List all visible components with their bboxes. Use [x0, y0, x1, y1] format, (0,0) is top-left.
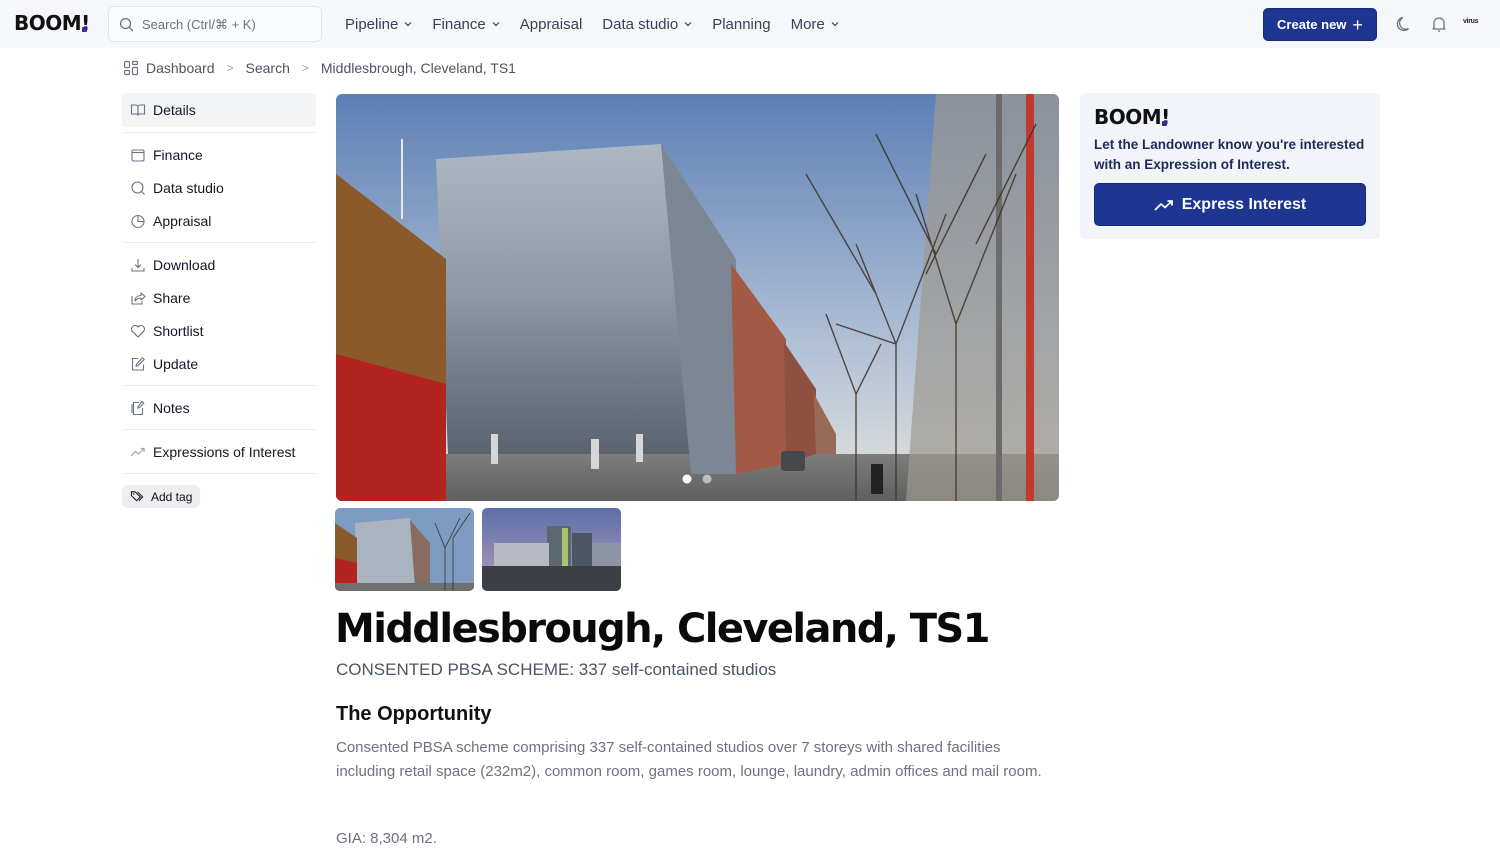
gia-value: GIA: 8,304 m2.: [336, 830, 437, 847]
divider: [122, 429, 316, 430]
wallet-icon: [131, 148, 145, 162]
sidebar-item-label: Data studio: [153, 179, 224, 196]
sidebar-item-label: Notes: [153, 399, 190, 416]
sidebar-item-label: Appraisal: [153, 212, 212, 229]
nav-finance[interactable]: Finance: [432, 15, 500, 33]
divider: [122, 132, 316, 133]
sidebar-item-data-studio[interactable]: Data studio: [122, 171, 316, 204]
opportunity-description: Consented PBSA scheme comprising 337 sel…: [336, 739, 1042, 780]
carousel-dot-2[interactable]: [702, 474, 712, 484]
sidebar-item-expressions-of-interest[interactable]: Expressions of Interest: [122, 435, 316, 468]
nav-label: Pipeline: [345, 15, 399, 33]
heart-icon: [131, 324, 145, 338]
sidebar-item-download[interactable]: Download: [122, 248, 316, 281]
sidebar-item-finance[interactable]: Finance: [122, 138, 316, 171]
logo-text: BOOM: [1094, 105, 1162, 129]
sidebar-item-label: Download: [153, 256, 216, 273]
divider: [122, 473, 316, 474]
search-icon: [119, 17, 134, 31]
property-title: Middlesbrough, Cleveland, TS1: [335, 606, 990, 652]
trending-up-icon: [1154, 199, 1173, 211]
nav-label: More: [790, 15, 825, 33]
sidebar-item-label: Update: [153, 355, 199, 372]
edit-icon: [131, 356, 145, 371]
nav-label: Appraisal: [519, 15, 583, 33]
trending-up-icon: [130, 447, 145, 456]
thumbnail-dusk-view-image: [482, 508, 621, 591]
property-subtitle: CONSENTED PBSA SCHEME: 337 self-containe…: [336, 660, 777, 679]
sidebar-item-label: Share: [153, 289, 191, 306]
carousel-dot-1[interactable]: [682, 474, 692, 484]
sidebar-item-appraisal[interactable]: Appraisal: [122, 204, 316, 237]
download-icon: [131, 258, 145, 272]
street-view-render-image: [336, 94, 1059, 501]
sidebar-item-share[interactable]: Share: [122, 281, 316, 314]
nav-label: Planning: [712, 15, 771, 33]
logo-text: BOOM: [14, 11, 82, 35]
search-box[interactable]: [108, 6, 322, 42]
dashboard-grid-icon: [123, 60, 139, 76]
nav-data-studio[interactable]: Data studio: [602, 16, 692, 33]
expression-of-interest-card: BOOM! Let the Landowner know you're inte…: [1080, 93, 1380, 239]
thumbnail-street-view-image: [335, 508, 474, 591]
breadcrumb: Dashboard > Search > Middlesbrough, Clev…: [123, 60, 516, 76]
logo-bang: !: [81, 11, 90, 35]
nav-pipeline[interactable]: Pipeline: [345, 16, 412, 33]
nav-label: Finance: [432, 15, 486, 33]
chevron-down-icon: [684, 22, 692, 27]
nav-label: Data studio: [602, 15, 679, 33]
note-icon: [131, 400, 145, 415]
chevron-down-icon: [492, 22, 500, 27]
nav-more[interactable]: More: [791, 16, 839, 33]
create-new-label: Create new: [1277, 17, 1347, 32]
sidebar-item-label: Shortlist: [153, 322, 204, 339]
sidebar-item-update[interactable]: Update: [122, 347, 316, 380]
express-interest-button[interactable]: Express Interest: [1094, 183, 1366, 226]
breadcrumb-dashboard[interactable]: Dashboard: [146, 60, 215, 76]
breadcrumb-current: Middlesbrough, Cleveland, TS1: [320, 60, 516, 76]
divider: [122, 242, 316, 243]
section-heading-opportunity: The Opportunity: [336, 703, 492, 725]
breadcrumb-search[interactable]: Search: [246, 60, 290, 76]
sidebar-item-details[interactable]: Details: [122, 93, 316, 127]
search-icon: [131, 180, 145, 195]
tags-icon: [130, 491, 144, 502]
express-interest-label: Express Interest: [1181, 195, 1307, 213]
plus-icon: +: [1352, 14, 1363, 35]
nav-appraisal[interactable]: Appraisal: [520, 16, 583, 33]
sidebar-item-label: Finance: [153, 146, 203, 163]
add-tag-button[interactable]: Add tag: [122, 485, 201, 508]
bell-icon[interactable]: [1429, 14, 1449, 34]
top-navigation-bar: BOOM! Pipeline Finance Appraisal Data st…: [0, 0, 1500, 48]
sidebar-item-shortlist[interactable]: Shortlist: [122, 314, 316, 347]
moon-icon[interactable]: [1395, 14, 1415, 34]
nav-planning[interactable]: Planning: [712, 16, 770, 33]
eoi-message: Let the Landowner know you're interested…: [1094, 137, 1365, 172]
sidebar-item-notes[interactable]: Notes: [122, 391, 316, 424]
chevron-down-icon: [404, 22, 412, 27]
sidebar-item-label: Details: [153, 102, 196, 118]
gallery-thumbnail-1[interactable]: [335, 508, 474, 591]
share-icon: [131, 291, 146, 305]
boom-logo[interactable]: BOOM!: [14, 11, 90, 35]
hero-property-image[interactable]: [336, 94, 1059, 501]
pie-chart-icon: [131, 214, 145, 228]
boom-logo: BOOM!: [1094, 105, 1170, 129]
sidebar-item-label: Expressions of Interest: [153, 443, 296, 460]
add-tag-label: Add tag: [151, 489, 193, 504]
main-nav: Pipeline Finance Appraisal Data studio P…: [345, 0, 859, 48]
chevron-right-icon: >: [301, 61, 309, 75]
book-open-icon: [130, 104, 146, 116]
search-input[interactable]: [142, 16, 312, 32]
create-new-button[interactable]: Create new +: [1263, 8, 1377, 41]
chevron-down-icon: [831, 22, 839, 27]
user-avatar[interactable]: virus: [1463, 18, 1479, 25]
logo-bang: !: [1161, 105, 1170, 129]
property-sidebar: Details Finance Data studio Appraisal Do…: [122, 93, 316, 509]
divider: [122, 385, 316, 386]
gallery-thumbnail-2[interactable]: [482, 508, 621, 591]
chevron-right-icon: >: [226, 61, 234, 75]
